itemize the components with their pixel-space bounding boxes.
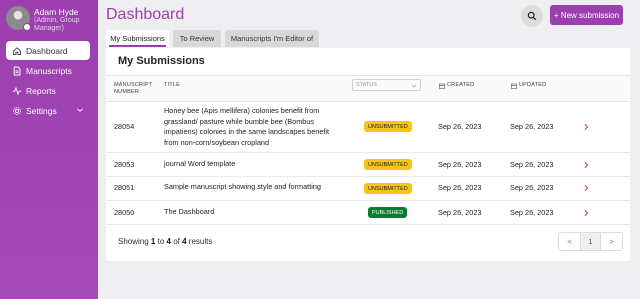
- pagination-current-page[interactable]: 1: [580, 233, 601, 250]
- home-icon: [12, 46, 22, 56]
- results-to: 4: [166, 237, 171, 246]
- results-summary: Showing 1 to 4 of 4 results: [118, 237, 212, 246]
- column-header-number[interactable]: MANUSCRIPT NUMBER: [114, 82, 152, 96]
- table-row[interactable]: 28051 Sample manuscript showing style an…: [106, 177, 630, 201]
- column-header-created[interactable]: CREATED: [439, 82, 474, 89]
- pagination: < 1 >: [558, 232, 623, 251]
- manuscript-number: 28050: [114, 208, 135, 217]
- column-header-updated[interactable]: UPDATED: [511, 82, 546, 89]
- sidebar-item-label: Dashboard: [26, 45, 68, 56]
- updated-date: Sep 26, 2023: [510, 122, 554, 131]
- calendar-icon: [511, 83, 517, 89]
- column-header-title[interactable]: TITLE: [164, 82, 180, 89]
- results-of-label: of: [173, 237, 180, 246]
- sidebar-item-settings[interactable]: Settings: [6, 101, 90, 120]
- online-status-dot: [23, 23, 31, 31]
- sidebar-item-manuscripts[interactable]: Manuscripts: [6, 61, 90, 80]
- status-badge: UNSUBMITTED: [364, 121, 412, 132]
- status-badge: UNSUBMITTED: [364, 183, 412, 194]
- chevron-down-icon: [411, 84, 417, 88]
- sidebar-item-label: Settings: [26, 105, 57, 116]
- new-submission-button[interactable]: + New submission: [550, 5, 623, 25]
- tab-manuscripts-editor[interactable]: Manuscripts I'm Editor of: [225, 30, 319, 47]
- created-date: Sep 26, 2023: [438, 122, 482, 131]
- user-name: Adam Hyde: [34, 7, 79, 17]
- activity-icon: [12, 86, 22, 96]
- column-header-number-line2: NUMBER: [114, 89, 140, 95]
- section-title: My Submissions: [118, 55, 205, 67]
- column-header-created-label: CREATED: [447, 82, 475, 88]
- sidebar-item-label: Manuscripts: [26, 65, 72, 76]
- created-date: Sep 26, 2023: [438, 183, 482, 192]
- tab-to-review[interactable]: To Review: [173, 30, 221, 47]
- sidebar: Adam Hyde (Admin, Group Manager) Dashboa…: [0, 0, 98, 299]
- results-from: 1: [150, 237, 156, 246]
- table-header: MANUSCRIPT NUMBER TITLE STATUS CREATED U…: [106, 75, 630, 102]
- manuscript-title[interactable]: journal Word template: [164, 159, 344, 170]
- column-header-updated-label: UPDATED: [519, 82, 547, 88]
- status-badge: PUBLISHED: [368, 207, 408, 218]
- manuscript-title[interactable]: Honey bee (Apis mellifera) colonies bene…: [164, 106, 344, 148]
- manuscript-title[interactable]: The Dashboard: [164, 207, 344, 218]
- created-date: Sep 26, 2023: [438, 160, 482, 169]
- gear-icon: [12, 106, 22, 116]
- table-row[interactable]: 28050 The Dashboard PUBLISHED Sep 26, 20…: [106, 201, 630, 225]
- sidebar-item-dashboard[interactable]: Dashboard: [6, 41, 90, 60]
- search-icon: [527, 11, 537, 21]
- table-row[interactable]: 28054 Honey bee (Apis mellifera) colonie…: [106, 102, 630, 153]
- tab-my-submissions[interactable]: My Submissions: [106, 30, 169, 47]
- pagination-next-button[interactable]: >: [601, 233, 622, 250]
- created-date: Sep 26, 2023: [438, 208, 482, 217]
- updated-date: Sep 26, 2023: [510, 183, 554, 192]
- chevron-right-icon[interactable]: [582, 209, 590, 217]
- results-total: 4: [182, 237, 187, 246]
- sidebar-item-reports[interactable]: Reports: [6, 81, 90, 100]
- status-filter-select[interactable]: STATUS: [352, 79, 421, 91]
- updated-date: Sep 26, 2023: [510, 160, 554, 169]
- page-title: Dashboard: [106, 6, 185, 23]
- results-to-label: to: [157, 237, 165, 246]
- chevron-right-icon[interactable]: [582, 184, 590, 192]
- updated-date: Sep 26, 2023: [510, 208, 554, 217]
- column-header-number-line1: MANUSCRIPT: [114, 82, 153, 88]
- status-badge: UNSUBMITTED: [364, 159, 412, 170]
- document-icon: [12, 66, 22, 76]
- chevron-right-icon[interactable]: [582, 161, 590, 169]
- chevron-right-icon[interactable]: [582, 123, 590, 131]
- user-role: (Admin, Group Manager): [34, 17, 80, 32]
- calendar-icon: [439, 83, 445, 89]
- status-filter-placeholder: STATUS: [356, 82, 377, 88]
- results-results-label: results: [188, 237, 213, 246]
- submissions-card: My Submissions MANUSCRIPT NUMBER TITLE S…: [106, 48, 630, 261]
- manuscript-number: 28051: [114, 183, 135, 192]
- pagination-prev-button[interactable]: <: [559, 233, 580, 250]
- manuscript-number: 28053: [114, 160, 135, 169]
- table-row[interactable]: 28053 journal Word template UNSUBMITTED …: [106, 153, 630, 177]
- sidebar-item-label: Reports: [26, 85, 56, 96]
- manuscript-number: 28054: [114, 122, 135, 131]
- search-button[interactable]: [521, 5, 543, 27]
- manuscript-title[interactable]: Sample manuscript showing style and form…: [164, 182, 364, 193]
- chevron-down-icon[interactable]: [76, 106, 84, 114]
- results-showing-label: Showing: [118, 237, 149, 246]
- user-profile[interactable]: Adam Hyde (Admin, Group Manager): [6, 6, 96, 36]
